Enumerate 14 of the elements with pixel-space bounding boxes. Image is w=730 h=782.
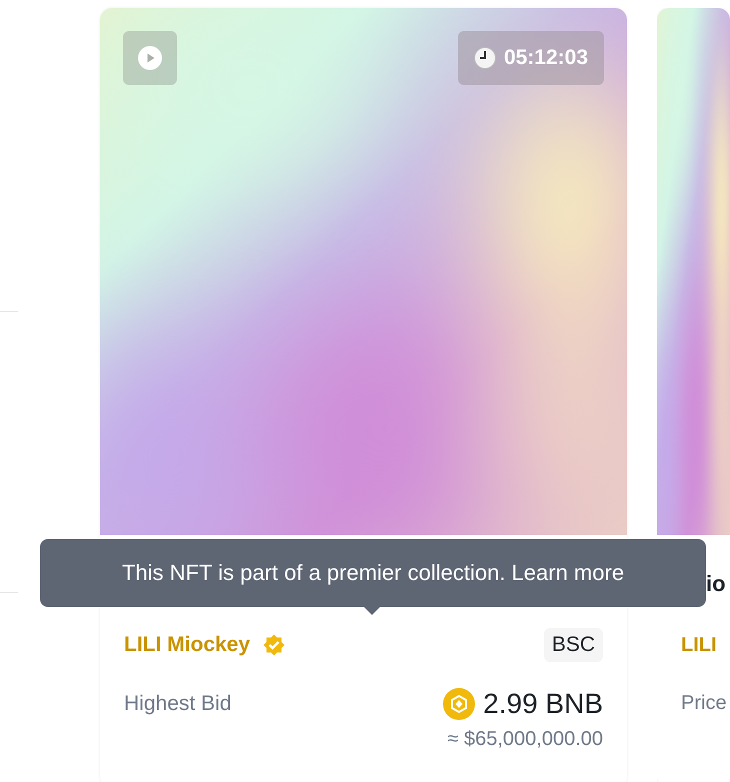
price-value: 2.99 BNB	[483, 688, 603, 720]
tooltip-text: This NFT is part of a premier collection. Learn more	[122, 560, 624, 586]
clock-icon	[474, 47, 496, 69]
price-label: Highest Bid	[124, 692, 232, 716]
play-icon	[138, 46, 162, 70]
play-button[interactable]	[123, 31, 177, 85]
fiat-value: ≈ $65,000,000.00	[446, 728, 603, 751]
learn-more-link[interactable]: Learn more	[512, 560, 624, 585]
chain-tag: BSC	[544, 628, 603, 662]
nft-card[interactable]: io LILI Price	[657, 8, 730, 782]
coin-icon	[443, 688, 476, 720]
price-label: Price	[681, 692, 727, 714]
countdown-badge: 05:12:03	[458, 31, 604, 85]
nft-title: io	[705, 571, 726, 596]
